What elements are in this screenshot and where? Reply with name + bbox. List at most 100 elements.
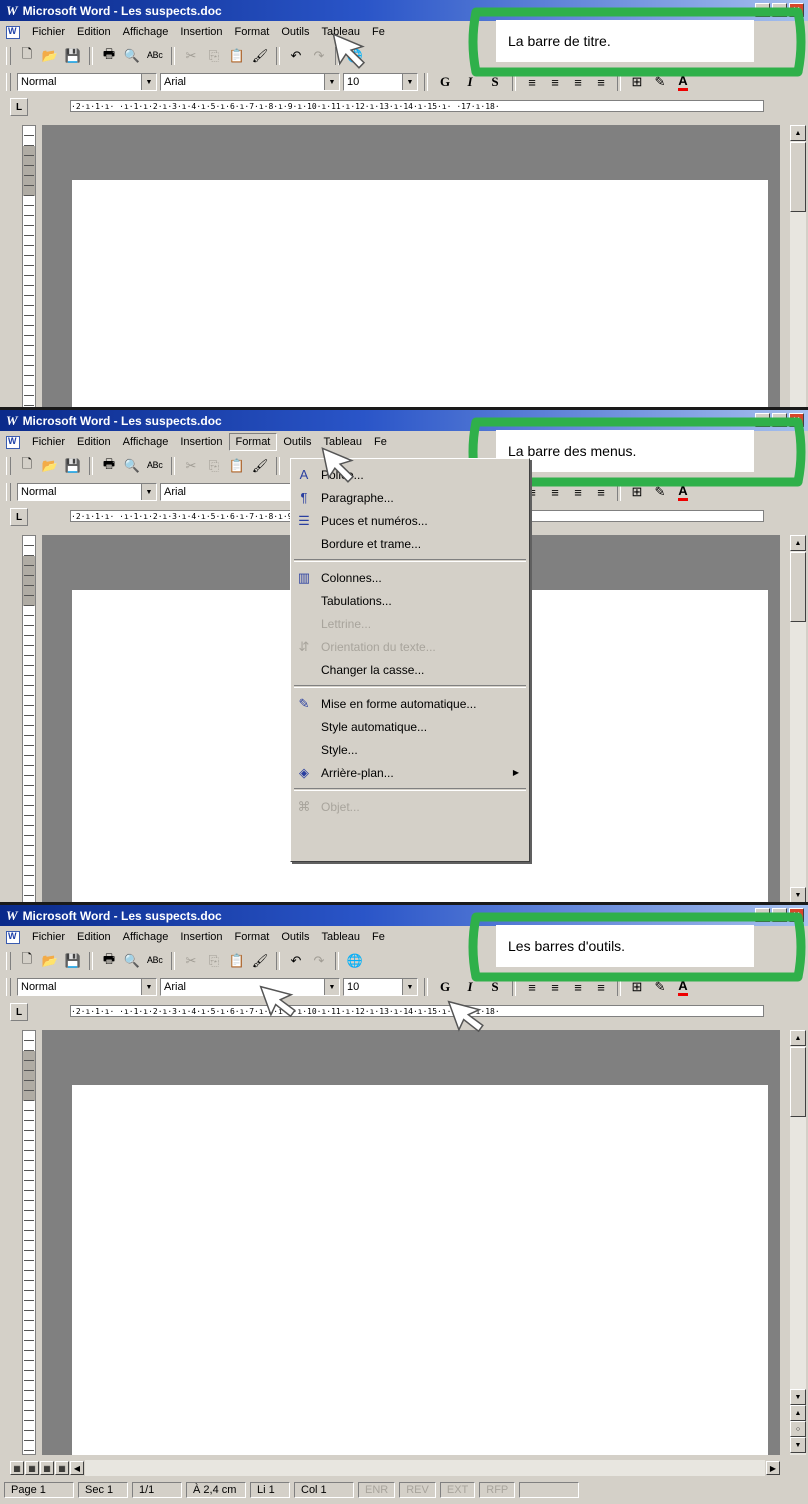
format-painter-icon[interactable]: 🖌: [250, 456, 270, 476]
new-document-icon[interactable]: 🗋: [17, 456, 37, 476]
vertical-scrollbar[interactable]: ▲ ▼: [790, 535, 806, 902]
save-icon[interactable]: 💾: [63, 456, 83, 476]
menu-fichier[interactable]: Fichier: [26, 929, 71, 945]
format-menu-item[interactable]: Changer la casse...: [291, 658, 529, 681]
horizontal-scroll-track[interactable]: [85, 1460, 765, 1476]
menu-outils[interactable]: Outils: [277, 434, 317, 450]
new-document-icon[interactable]: 🗋: [17, 951, 37, 971]
style-combo[interactable]: Normal ▼: [17, 483, 157, 501]
undo-icon[interactable]: ↶: [286, 951, 306, 971]
font-combo[interactable]: Arial ▼: [160, 73, 340, 91]
menu-outils[interactable]: Outils: [275, 929, 315, 945]
menu-insertion[interactable]: Insertion: [174, 434, 228, 450]
menu-affichage[interactable]: Affichage: [117, 24, 175, 40]
open-folder-icon[interactable]: 📂: [40, 951, 60, 971]
paste-icon[interactable]: 📋: [227, 951, 247, 971]
scroll-left-button[interactable]: ◀: [70, 1461, 84, 1475]
hyperlink-icon[interactable]: 🌐: [345, 951, 365, 971]
font-combo[interactable]: Arial ▼: [160, 978, 340, 996]
scroll-down-button[interactable]: ▼: [790, 1389, 806, 1405]
document-page[interactable]: [72, 180, 768, 407]
undo-icon[interactable]: ↶: [286, 46, 306, 66]
document-icon[interactable]: [6, 435, 20, 449]
bold-button[interactable]: G: [434, 977, 456, 997]
chevron-down-icon[interactable]: ▼: [141, 484, 156, 500]
save-icon[interactable]: 💾: [63, 951, 83, 971]
normal-view-icon[interactable]: ▦: [10, 1461, 24, 1475]
new-document-icon[interactable]: 🗋: [17, 46, 37, 66]
menu-fichier[interactable]: Fichier: [26, 24, 71, 40]
chevron-down-icon[interactable]: ▼: [141, 74, 156, 90]
chevron-down-icon[interactable]: ▼: [402, 979, 417, 995]
save-icon[interactable]: 💾: [63, 46, 83, 66]
redo-icon[interactable]: ↷: [309, 951, 329, 971]
menu-edition[interactable]: Edition: [71, 24, 117, 40]
menu-fichier[interactable]: Fichier: [26, 434, 71, 450]
scroll-up-button[interactable]: ▲: [790, 535, 806, 551]
print-icon[interactable]: 🖶: [99, 951, 119, 971]
menu-fe[interactable]: Fe: [366, 929, 391, 945]
tab-selector[interactable]: L: [10, 508, 28, 526]
tab-selector[interactable]: L: [10, 1003, 28, 1021]
style-combo[interactable]: Normal ▼: [17, 978, 157, 996]
spelling-icon[interactable]: ᴬᴮᶜ: [145, 951, 165, 971]
format-menu-item[interactable]: Bordure et trame...: [291, 532, 529, 555]
format-menu-item[interactable]: Style automatique...: [291, 715, 529, 738]
copy-icon[interactable]: ⎘: [204, 951, 224, 971]
spelling-icon[interactable]: ᴬᴮᶜ: [145, 456, 165, 476]
document-icon[interactable]: [6, 930, 20, 944]
style-combo[interactable]: Normal ▼: [17, 73, 157, 91]
menu-insertion[interactable]: Insertion: [174, 24, 228, 40]
cut-icon[interactable]: ✂: [181, 456, 201, 476]
scroll-up-button[interactable]: ▲: [790, 125, 806, 141]
web-view-icon[interactable]: ▦: [25, 1461, 39, 1475]
redo-icon[interactable]: ↷: [309, 46, 329, 66]
print-preview-icon[interactable]: 🔍: [122, 456, 142, 476]
format-menu-item[interactable]: ◈ Arrière-plan... ▶: [291, 761, 529, 784]
browse-object-button[interactable]: ○: [790, 1421, 806, 1437]
menu-format[interactable]: Format: [229, 929, 276, 945]
print-icon[interactable]: 🖶: [99, 456, 119, 476]
format-painter-icon[interactable]: 🖌: [250, 46, 270, 66]
menu-outils[interactable]: Outils: [275, 24, 315, 40]
paste-icon[interactable]: 📋: [227, 456, 247, 476]
scroll-right-button[interactable]: ▶: [766, 1461, 780, 1475]
vertical-scrollbar[interactable]: ▲ ▼ ▲ ○ ▼: [790, 1030, 806, 1455]
size-combo[interactable]: 10 ▼: [343, 978, 418, 996]
scroll-down-button[interactable]: ▼: [790, 887, 806, 902]
cut-icon[interactable]: ✂: [181, 951, 201, 971]
format-menu-item[interactable]: ✎ Mise en forme automatique...: [291, 692, 529, 715]
menu-format[interactable]: Format: [228, 433, 278, 451]
previous-page-button[interactable]: ▲: [790, 1405, 806, 1421]
chevron-down-icon[interactable]: ▼: [402, 74, 417, 90]
toolbar-grip[interactable]: [6, 47, 11, 65]
copy-icon[interactable]: ⎘: [204, 46, 224, 66]
paste-icon[interactable]: 📋: [227, 46, 247, 66]
tab-selector[interactable]: L: [10, 98, 28, 116]
toolbar-grip[interactable]: [6, 73, 11, 91]
format-menu-item[interactable]: Style...: [291, 738, 529, 761]
menu-affichage[interactable]: Affichage: [117, 434, 175, 450]
page-view-icon[interactable]: ▦: [40, 1461, 54, 1475]
scroll-thumb[interactable]: [790, 552, 806, 622]
spelling-icon[interactable]: ᴬᴮᶜ: [145, 46, 165, 66]
document-page[interactable]: [72, 1085, 768, 1455]
format-menu-item[interactable]: ▥ Colonnes...: [291, 566, 529, 589]
menu-format[interactable]: Format: [229, 24, 276, 40]
print-icon[interactable]: 🖶: [99, 46, 119, 66]
chevron-down-icon[interactable]: ▼: [141, 979, 156, 995]
copy-icon[interactable]: ⎘: [204, 456, 224, 476]
format-menu-item[interactable]: Tabulations...: [291, 589, 529, 612]
cut-icon[interactable]: ✂: [181, 46, 201, 66]
size-combo[interactable]: 10 ▼: [343, 73, 418, 91]
toolbar-grip[interactable]: [6, 978, 11, 996]
scroll-thumb[interactable]: [790, 1047, 806, 1117]
menu-edition[interactable]: Edition: [71, 434, 117, 450]
document-icon[interactable]: [6, 25, 20, 39]
format-menu-item[interactable]: ☰ Puces et numéros...: [291, 509, 529, 532]
menu-insertion[interactable]: Insertion: [174, 929, 228, 945]
bold-button[interactable]: G: [434, 72, 456, 92]
next-page-button[interactable]: ▼: [790, 1437, 806, 1453]
open-folder-icon[interactable]: 📂: [40, 46, 60, 66]
vertical-scrollbar[interactable]: ▲: [790, 125, 806, 407]
